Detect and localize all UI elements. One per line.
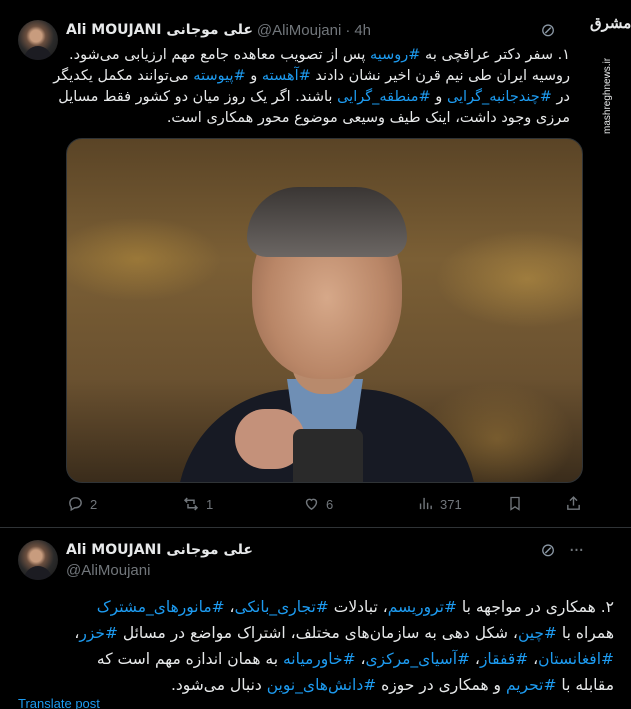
text-segment: و همکاری در حوزه bbox=[376, 676, 506, 694]
separator-dot: · bbox=[345, 21, 351, 39]
share-button[interactable] bbox=[564, 494, 582, 514]
tweet-text-line: روسیه ایران طی نیم قرن اخیر نشان دادند #… bbox=[53, 66, 570, 87]
text-segment: ، تبادلات bbox=[328, 598, 388, 616]
tweet-text-line: ۱. سفر دکتر عراقچی به #روسیه پس از تصویب… bbox=[69, 45, 570, 66]
tweet-text-line: مقابله با #تحریم و همکاری در حوزه #دانش‌… bbox=[14, 672, 614, 698]
repost-icon bbox=[182, 495, 200, 513]
tweet-text-line: همراه با #چین، شکل دهی به سازمان‌های مخت… bbox=[14, 620, 614, 646]
handle-row: @AliMoujani bbox=[66, 560, 150, 580]
grok-icon[interactable]: ⊘ bbox=[537, 20, 559, 42]
view-count: 371 bbox=[440, 496, 462, 512]
text-segment: مرزی وجود داشت، اینک طیف وسیعی موضوع محو… bbox=[166, 110, 570, 126]
hashtag-link[interactable]: #تجاری_بانکی bbox=[235, 598, 329, 616]
text-segment: باشند. اگر یک روز میان دو کشور فقط مسایل bbox=[58, 89, 338, 105]
avatar[interactable] bbox=[18, 20, 58, 60]
tweet-header: Ali MOUJANI علی موجانی @AliMoujani · 4h bbox=[66, 20, 371, 40]
author-handle[interactable]: @AliMoujani bbox=[257, 22, 341, 39]
tweet-text: ۲. همکاری در مواجهه با #تروریسم، تبادلات… bbox=[14, 594, 614, 698]
translate-post-link[interactable]: Translate post bbox=[18, 696, 100, 709]
share-icon bbox=[564, 495, 582, 513]
like-count: 6 bbox=[326, 496, 334, 512]
hashtag-link[interactable]: #تحریم bbox=[506, 676, 557, 694]
heart-icon bbox=[302, 495, 320, 513]
text-segment: مقابله با bbox=[556, 676, 614, 694]
text-segment: ۱. سفر دکتر عراقچی به bbox=[420, 47, 570, 63]
hashtag-link[interactable]: #روسیه bbox=[370, 47, 420, 63]
photo-hair bbox=[247, 187, 407, 257]
hashtag-link[interactable]: #منطقه_گرایی bbox=[337, 89, 431, 105]
author-name[interactable]: Ali MOUJANI علی موجانی bbox=[66, 542, 253, 558]
text-segment: ، bbox=[470, 650, 480, 668]
hashtag-link[interactable]: #پیوسته bbox=[193, 68, 245, 84]
text-segment: می‌توانند مکمل یکدیگر bbox=[53, 68, 194, 84]
tweet-text-line: در #چندجانبه_گرایی و #منطقه_گرایی باشند.… bbox=[58, 87, 570, 108]
text-segment: ، شکل دهی به سازمان‌های مختلف، اشتراک مو… bbox=[117, 624, 518, 642]
tweet-divider bbox=[0, 527, 631, 528]
text-segment: پس از تصویب معاهده جامع مهم ارزیابی می‌ش… bbox=[69, 47, 370, 63]
text-segment: و bbox=[430, 89, 447, 105]
hashtag-link[interactable]: #مانورهای_مشترک bbox=[97, 598, 225, 616]
watermark-logo: مشرق bbox=[590, 14, 631, 32]
reply-icon bbox=[66, 495, 84, 513]
reply-button[interactable]: 2 bbox=[66, 494, 97, 514]
bookmark-icon bbox=[506, 495, 524, 513]
tweet-text: ۱. سفر دکتر عراقچی به #روسیه پس از تصویب… bbox=[53, 45, 570, 129]
grok-icon[interactable]: ⊘ bbox=[537, 540, 559, 562]
avatar[interactable] bbox=[18, 540, 58, 580]
site-watermark: مشرق mashreghnews.ir bbox=[590, 14, 631, 134]
reply-count: 2 bbox=[90, 496, 98, 512]
photo-microphone bbox=[293, 429, 363, 482]
text-segment: ۲. همکاری در مواجهه با bbox=[456, 598, 614, 616]
post-time[interactable]: 4h bbox=[354, 22, 371, 39]
tweet-1[interactable]: Ali MOUJANI علی موجانی @AliMoujani · 4h … bbox=[0, 0, 631, 527]
text-segment: ، bbox=[528, 650, 539, 668]
tweet-text-line: مرزی وجود داشت، اینک طیف وسیعی موضوع محو… bbox=[70, 108, 570, 129]
text-segment: به همان اندازه مهم است که bbox=[96, 650, 283, 668]
hashtag-link[interactable]: #تروریسم bbox=[388, 598, 457, 616]
views-icon bbox=[416, 495, 434, 513]
author-handle[interactable]: @AliMoujani bbox=[66, 562, 150, 579]
text-segment: روسیه ایران طی نیم قرن اخیر نشان دادند bbox=[310, 68, 570, 84]
hashtag-link[interactable]: #آسیای_مرکزی bbox=[366, 650, 470, 668]
text-segment: دنبال می‌شود. bbox=[170, 676, 267, 694]
more-options-icon[interactable]: ··· bbox=[565, 542, 587, 566]
tweet-text-line: ۲. همکاری در مواجهه با #تروریسم، تبادلات… bbox=[14, 594, 614, 620]
hashtag-link[interactable]: #آهسته bbox=[262, 68, 311, 84]
text-segment: در bbox=[551, 89, 570, 105]
text-segment: ، bbox=[355, 650, 366, 668]
tweet-header: Ali MOUJANI علی موجانی bbox=[66, 540, 253, 560]
hashtag-link[interactable]: #چندجانبه_گرایی bbox=[447, 89, 552, 105]
like-button[interactable]: 6 bbox=[302, 494, 333, 514]
hashtag-link[interactable]: #خزر bbox=[79, 624, 118, 642]
views-button[interactable]: 371 bbox=[416, 494, 462, 514]
repost-button[interactable]: 1 bbox=[182, 494, 213, 514]
hashtag-link[interactable]: #خاورمیانه bbox=[283, 650, 356, 668]
hashtag-link[interactable]: #دانش‌های_نوین bbox=[267, 676, 376, 694]
tweet-text-line: #افغانستان، #قفقاز، #آسیای_مرکزی، #خاورم… bbox=[14, 646, 614, 672]
text-segment: و bbox=[245, 68, 262, 84]
hashtag-link[interactable]: #افغانستان bbox=[538, 650, 614, 668]
action-bar: 2 1 6 371 bbox=[66, 494, 583, 514]
text-segment: همراه با bbox=[556, 624, 614, 642]
hashtag-link[interactable]: #قفقاز bbox=[480, 650, 528, 668]
bookmark-button[interactable] bbox=[506, 494, 524, 514]
author-name[interactable]: Ali MOUJANI علی موجانی bbox=[66, 22, 253, 38]
repost-count: 1 bbox=[206, 496, 214, 512]
hashtag-link[interactable]: #چین bbox=[518, 624, 557, 642]
watermark-url: mashreghnews.ir bbox=[602, 57, 613, 134]
tweet-photo[interactable] bbox=[66, 138, 583, 483]
text-segment: ، bbox=[224, 598, 235, 616]
